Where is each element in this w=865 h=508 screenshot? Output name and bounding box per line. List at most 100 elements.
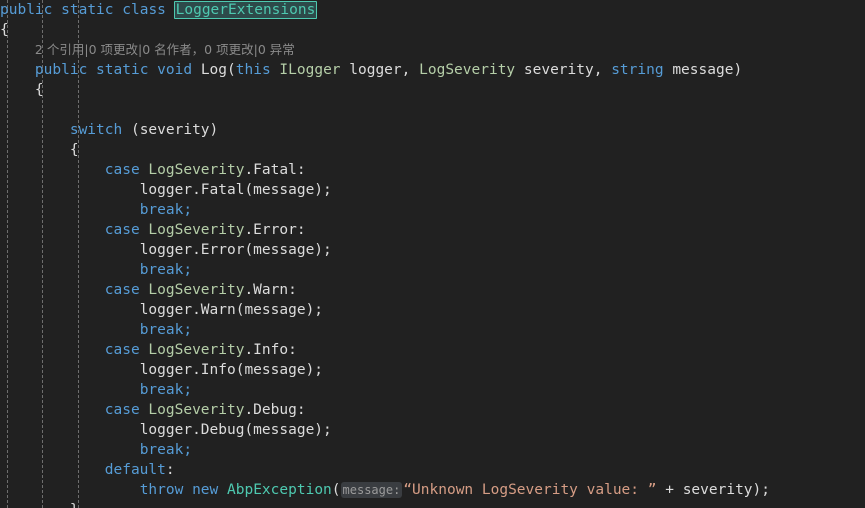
method-call[interactable]: .Debug(message); <box>192 422 332 438</box>
line-case-body[interactable]: logger.Error(message); <box>0 240 865 260</box>
switch-expression[interactable]: severity <box>140 122 210 138</box>
case-member[interactable]: .Warn: <box>244 282 296 298</box>
object-logger[interactable]: logger <box>140 422 192 438</box>
codelens-exceptions[interactable]: 0 异常 <box>258 42 295 57</box>
codelens-references[interactable]: 2 个引用 <box>35 42 84 57</box>
string-literal[interactable]: “Unknown LogSeverity value: ” <box>403 482 656 498</box>
open-paren: ( <box>331 482 341 498</box>
keyword-new: new <box>192 482 219 498</box>
param-severity[interactable]: severity <box>524 62 594 78</box>
keyword-switch: switch <box>69 122 123 138</box>
keyword-static: static <box>61 2 114 18</box>
method-call[interactable]: .Error(message); <box>192 242 332 258</box>
case-member[interactable]: .Error: <box>244 222 305 238</box>
case-member[interactable]: .Fatal: <box>244 162 305 178</box>
type-logseverity[interactable]: LogSeverity <box>148 402 244 418</box>
concat-operator: + <box>656 482 683 498</box>
object-logger[interactable]: logger <box>140 242 192 258</box>
type-logseverity[interactable]: LogSeverity <box>148 162 244 178</box>
line-case-label[interactable]: case LogSeverity.Info: <box>0 340 865 360</box>
line-case-body[interactable]: logger.Fatal(message); <box>0 180 865 200</box>
keyword-case: case <box>104 402 140 418</box>
line-case-label[interactable]: case LogSeverity.Debug: <box>0 400 865 420</box>
operand-severity[interactable]: severity <box>683 482 753 498</box>
line-case-label[interactable]: case LogSeverity.Error: <box>0 220 865 240</box>
method-call[interactable]: .Fatal(message); <box>192 182 332 198</box>
method-open-brace: { <box>34 82 44 98</box>
comma-2: , <box>593 62 612 78</box>
line-switch-close-brace: } <box>0 500 865 508</box>
object-logger[interactable]: logger <box>140 182 192 198</box>
line-case-label[interactable]: case LogSeverity.Warn: <box>0 280 865 300</box>
type-logseverity[interactable]: LogSeverity <box>148 222 244 238</box>
case-member[interactable]: .Info: <box>244 342 296 358</box>
param-message[interactable]: message <box>672 62 733 78</box>
line-case-body[interactable]: logger.Warn(message); <box>0 300 865 320</box>
type-abpexception[interactable]: AbpException <box>227 482 332 498</box>
line-case-body[interactable]: logger.Debug(message); <box>0 420 865 440</box>
default-colon: : <box>165 462 175 478</box>
line-default-label[interactable]: default: <box>0 460 865 480</box>
codelens-changes[interactable]: 0 项更改 <box>89 42 138 57</box>
class-open-brace: { <box>0 22 9 38</box>
line-switch[interactable]: switch (severity) <box>0 120 865 140</box>
keyword-case: case <box>104 222 140 238</box>
type-logseverity[interactable]: LogSeverity <box>419 62 515 78</box>
inlay-hint-message[interactable]: message: <box>340 482 403 498</box>
line-case-body[interactable]: logger.Info(message); <box>0 360 865 380</box>
line-case-break: break; <box>0 380 865 400</box>
keyword-class: class <box>122 2 166 18</box>
line-throw-statement[interactable]: throw new AbpException(message: “Unknown … <box>0 480 865 500</box>
param-logger[interactable]: logger <box>349 62 401 78</box>
keyword-break: break; <box>139 382 193 398</box>
method-call[interactable]: .Info(message); <box>192 362 323 378</box>
line-switch-open-brace: { <box>0 140 865 160</box>
case-member[interactable]: .Debug: <box>244 402 305 418</box>
method-name-log[interactable]: Log <box>201 62 227 78</box>
line-codelens[interactable]: 2 个引用|0 项更改|0 名作者，0 项更改|0 异常 <box>0 40 865 60</box>
keyword-this: this <box>235 62 271 78</box>
code-editor[interactable]: public static class LoggerExtensions { 2… <box>0 0 865 508</box>
type-ilogger[interactable]: ILogger <box>279 62 340 78</box>
object-logger[interactable]: logger <box>140 362 192 378</box>
line-class-declaration[interactable]: public static class LoggerExtensions <box>0 0 865 20</box>
method-call[interactable]: .Warn(message); <box>192 302 323 318</box>
keyword-void: void <box>157 62 193 78</box>
line-method-signature[interactable]: public static void Log(this ILogger logg… <box>0 60 865 80</box>
line-case-label[interactable]: case LogSeverity.Fatal: <box>0 160 865 180</box>
code-content[interactable]: public static class LoggerExtensions { 2… <box>0 0 865 508</box>
class-name-loggerextensions[interactable]: LoggerExtensions <box>173 1 318 19</box>
keyword-case: case <box>104 162 140 178</box>
semicolon: ; <box>761 482 770 498</box>
switch-open-paren: ( <box>130 122 140 138</box>
line-case-break: break; <box>0 260 865 280</box>
type-logseverity[interactable]: LogSeverity <box>148 342 244 358</box>
object-logger[interactable]: logger <box>140 302 192 318</box>
type-logseverity[interactable]: LogSeverity <box>148 282 244 298</box>
codelens-authors[interactable]: 0 名作者，0 项更改 <box>142 42 253 57</box>
keyword-case: case <box>104 342 140 358</box>
line-class-open-brace: { <box>0 20 865 40</box>
